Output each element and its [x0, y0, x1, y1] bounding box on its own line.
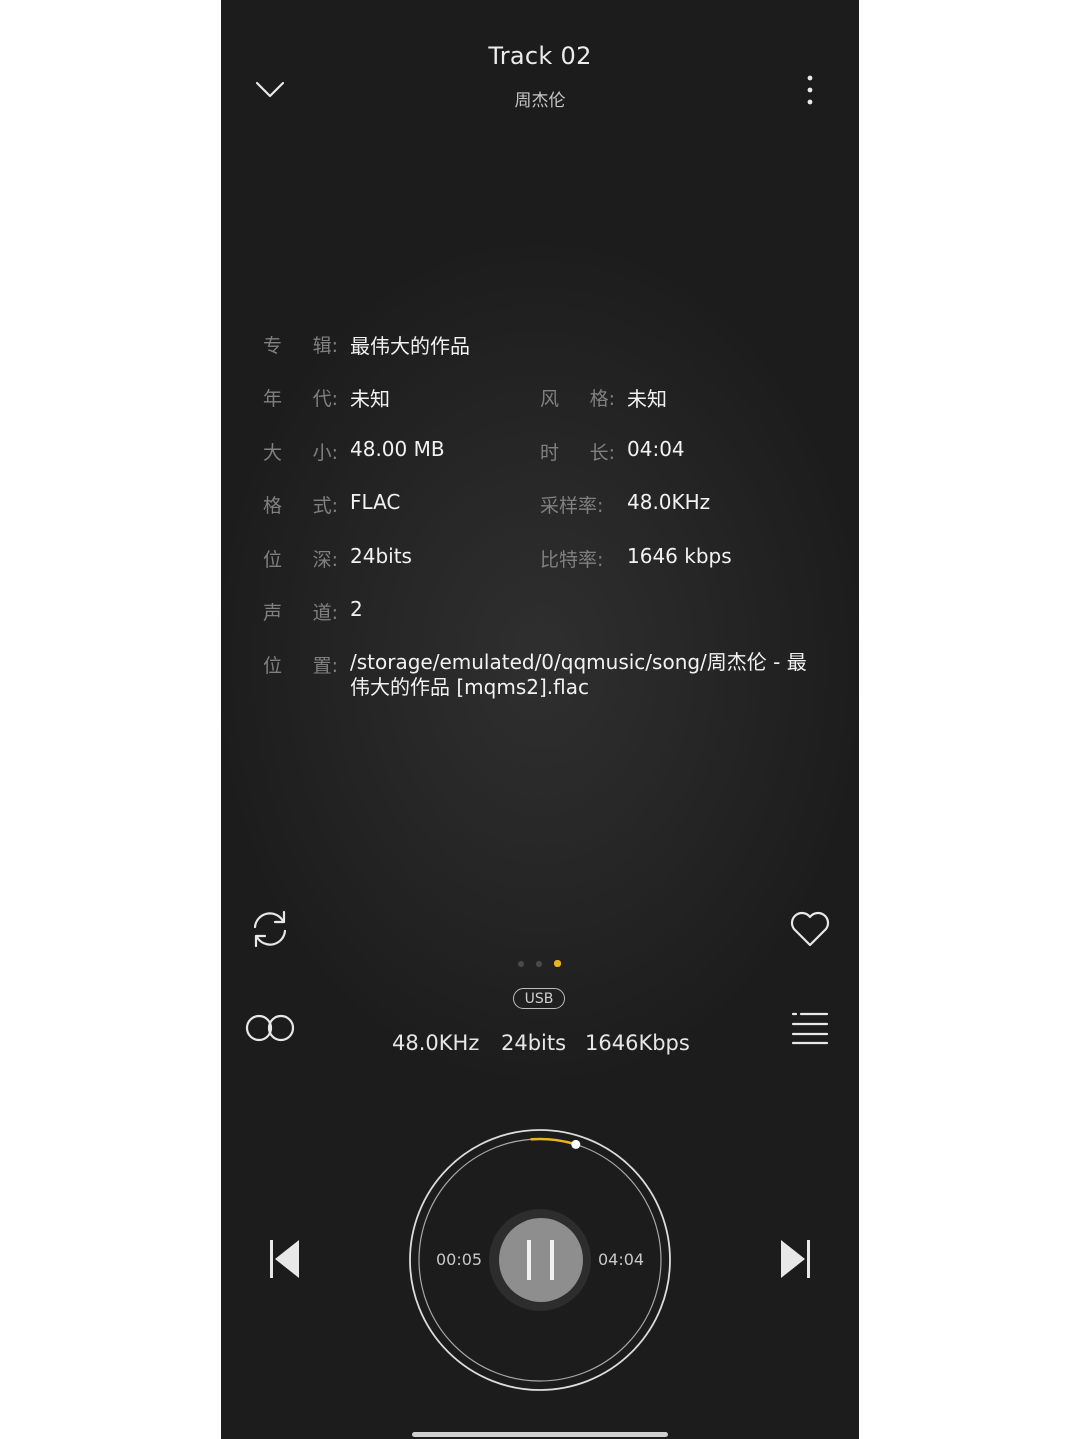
location-value: /storage/emulated/0/qqmusic/song/周杰伦 - 最… [350, 650, 807, 699]
more-vertical-icon [807, 75, 813, 105]
skip-previous-icon [270, 1240, 299, 1278]
format-value: FLAC [350, 490, 401, 514]
bitrate-label: 比特率: [540, 549, 604, 571]
pause-icon [527, 1240, 554, 1280]
output-badge: USB [513, 988, 565, 1009]
duration-label: 时长: [540, 442, 615, 464]
location-label: 位置: [263, 655, 338, 677]
size-value: 48.00 MB [350, 437, 445, 461]
playlist-button[interactable] [789, 1008, 831, 1048]
playlist-icon [791, 1012, 829, 1045]
page-dot-1[interactable] [518, 961, 524, 967]
duration-value: 04:04 [627, 437, 685, 461]
genre-label: 风格: [540, 388, 615, 410]
progress-knob [571, 1139, 581, 1149]
genre-value: 未知 [627, 387, 667, 411]
home-indicator[interactable] [412, 1432, 668, 1437]
samplerate-label: 采样率: [540, 495, 604, 517]
more-menu-button[interactable] [795, 70, 825, 114]
sound-effect-icon [245, 1014, 295, 1042]
pause-button[interactable] [499, 1218, 583, 1302]
favorite-button[interactable] [787, 906, 833, 952]
progress-arc [530, 1137, 578, 1146]
output-bitdepth: 24bits [501, 1031, 567, 1055]
artist-name: 周杰伦 [514, 91, 566, 111]
channels-value: 2 [350, 597, 363, 621]
output-bitrate: 1646Kbps [585, 1031, 690, 1055]
size-label: 大小: [263, 442, 338, 464]
year-label: 年代: [263, 388, 338, 410]
skip-next-icon [781, 1240, 810, 1278]
bitdepth-value: 24bits [350, 544, 412, 568]
year-value: 未知 [350, 387, 390, 411]
repeat-icon [253, 910, 287, 948]
samplerate-value: 48.0KHz [627, 490, 711, 514]
album-value: 最伟大的作品 [350, 334, 470, 358]
bitrate-value: 1646 kbps [627, 544, 732, 568]
channels-label: 声道: [263, 602, 338, 624]
track-title: Track 02 [488, 42, 592, 70]
format-label: 格式: [263, 495, 338, 517]
total-time: 04:04 [598, 1250, 645, 1269]
bitdepth-label: 位深: [263, 549, 338, 571]
sound-effect-button[interactable] [241, 1008, 301, 1048]
output-samplerate: 48.0KHz [392, 1031, 480, 1055]
page-dot-3[interactable] [554, 960, 561, 967]
repeat-button[interactable] [247, 906, 293, 952]
heart-icon [790, 911, 830, 947]
previous-button[interactable] [267, 1236, 303, 1282]
next-button[interactable] [777, 1236, 813, 1282]
page-dot-2[interactable] [536, 961, 542, 967]
album-label: 专辑: [263, 335, 338, 357]
current-time: 00:05 [436, 1250, 483, 1269]
player-screen: Track 02 周杰伦 专辑: 最伟大的作品 年代: 未知 风格: 未知 大小… [221, 0, 859, 1439]
